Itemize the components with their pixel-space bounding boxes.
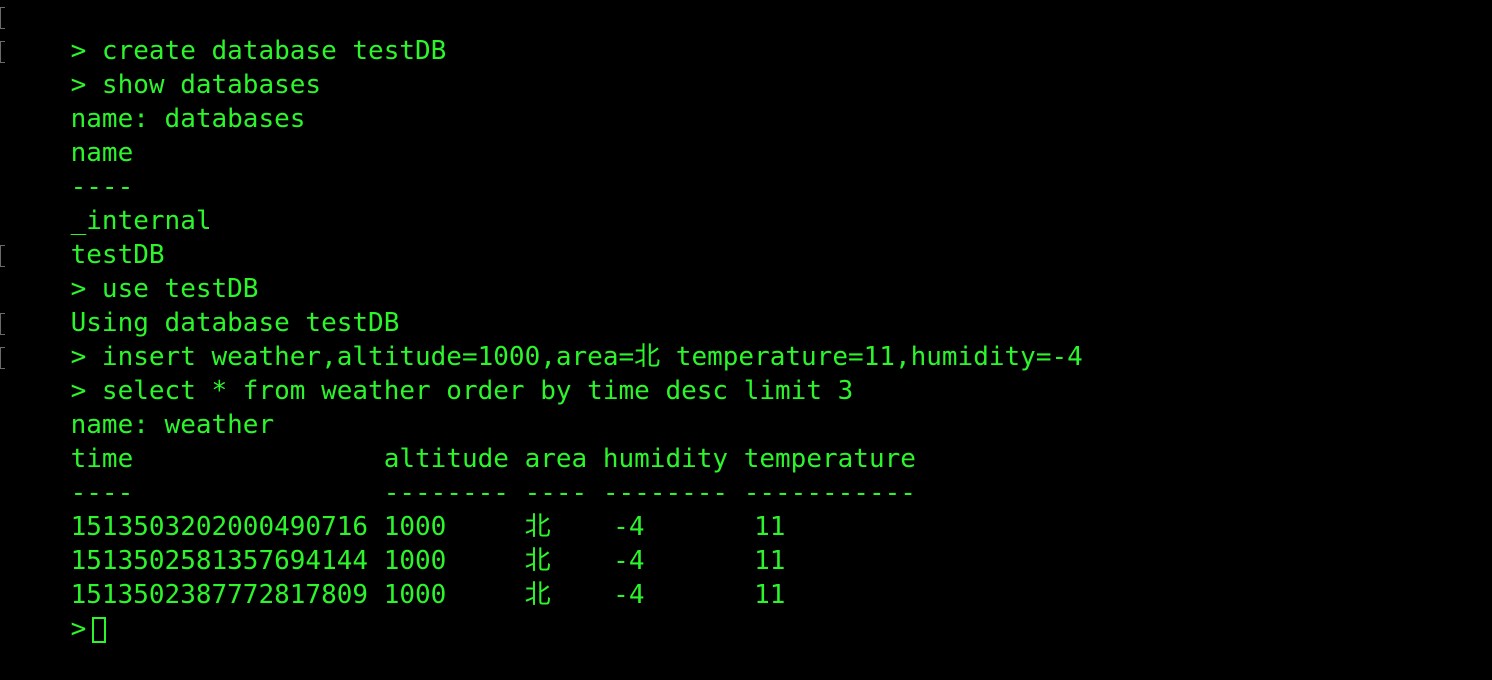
output-line: name: weather: [0, 374, 1492, 440]
command-line: > create database testDB: [0, 0, 1492, 66]
active-prompt-line[interactable]: >: [0, 578, 1492, 644]
prompt-symbol: >: [70, 614, 87, 644]
output-line: name: databases: [0, 68, 1492, 134]
output-line: ----: [0, 136, 1492, 202]
table-header: time altitude area humidity temperature: [0, 408, 1492, 474]
output-line: Using database testDB: [0, 272, 1492, 338]
input-marker-icon: [0, 7, 5, 29]
command-line: > insert weather,altitude=1000,area=北 te…: [0, 306, 1492, 372]
output-line: _internal: [0, 170, 1492, 236]
table-row: 1513503202000490716 1000 北 -4 11: [0, 476, 1492, 542]
command-line: > select * from weather order by time de…: [0, 340, 1492, 406]
input-marker-icon: [0, 313, 5, 335]
output-line: name: [0, 102, 1492, 168]
text-cursor[interactable]: [92, 617, 107, 643]
command-line: > use testDB: [0, 238, 1492, 304]
command-line: > show databases: [0, 34, 1492, 100]
output-line: testDB: [0, 204, 1492, 270]
input-marker-icon: [0, 347, 5, 369]
input-marker-icon: [0, 41, 5, 63]
input-marker-icon: [0, 245, 5, 267]
table-row: 1513502387772817809 1000 北 -4 11: [0, 544, 1492, 610]
table-separator: ---- -------- ---- -------- -----------: [0, 442, 1492, 508]
table-row: 1513502581357694144 1000 北 -4 11: [0, 510, 1492, 576]
terminal-window[interactable]: > create database testDB > show database…: [0, 0, 1492, 658]
